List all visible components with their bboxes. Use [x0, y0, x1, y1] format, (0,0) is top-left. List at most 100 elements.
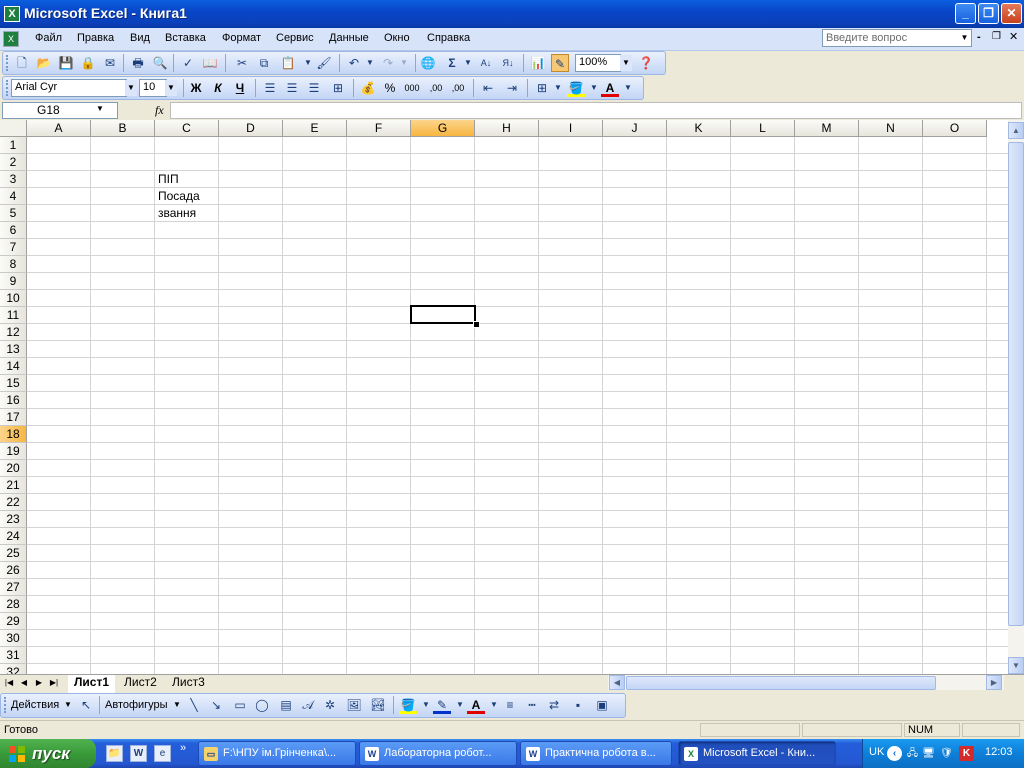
borders-dropdown-icon[interactable]: ▼ [549, 79, 567, 97]
cell-c4[interactable]: Посада [158, 188, 200, 205]
thousands-separator-button[interactable]: 000 [403, 79, 421, 97]
row-header-31[interactable]: 31 [0, 647, 27, 664]
row-header-6[interactable]: 6 [0, 222, 27, 239]
menu-tools[interactable]: Сервис [276, 32, 314, 44]
row-header-30[interactable]: 30 [0, 630, 27, 647]
row-header-32[interactable]: 32 [0, 664, 27, 674]
column-header-g[interactable]: G [411, 120, 475, 137]
name-box-dropdown-arrow[interactable]: ▼ [96, 104, 104, 113]
row-header-4[interactable]: 4 [0, 188, 27, 205]
row-header-27[interactable]: 27 [0, 579, 27, 596]
formula-input[interactable] [170, 102, 1022, 119]
column-header-b[interactable]: B [91, 120, 155, 137]
prev-sheet-button[interactable]: ◀ [18, 676, 30, 690]
scroll-up-button[interactable]: ▲ [1008, 122, 1024, 139]
next-sheet-button[interactable]: ▶ [33, 676, 45, 690]
vertical-scroll-thumb[interactable] [1008, 142, 1024, 626]
column-header-m[interactable]: M [795, 120, 859, 137]
insert-function-button[interactable]: fx [155, 103, 164, 118]
email-icon[interactable]: ✉ [101, 54, 119, 72]
merge-center-icon[interactable]: ⊞ [329, 79, 347, 97]
sheet-tab-2[interactable]: Лист2 [118, 675, 163, 691]
quicklaunch-word-icon[interactable]: W [130, 745, 147, 762]
column-header-j[interactable]: J [603, 120, 667, 137]
arrow-icon[interactable]: ↘ [207, 696, 225, 714]
open-folder-icon[interactable]: 📂 [35, 54, 53, 72]
clip-art-icon[interactable]: 🖼 [345, 696, 363, 714]
text-box-icon[interactable]: ▤ [277, 696, 295, 714]
select-objects-icon[interactable]: ↖ [77, 696, 95, 714]
3d-style-icon[interactable]: ▣ [593, 696, 611, 714]
hyperlink-icon[interactable]: 🌐 [419, 54, 437, 72]
menu-window[interactable]: Окно [384, 32, 410, 44]
zoom-dropdown-arrow[interactable]: ▼ [620, 55, 632, 71]
insert-picture-icon[interactable]: 🏞 [369, 696, 387, 714]
draw-actions-menu[interactable]: Действия [11, 699, 59, 711]
doc-restore-button[interactable]: ❐ [992, 31, 1001, 42]
row-header-23[interactable]: 23 [0, 511, 27, 528]
row-header-3[interactable]: 3 [0, 171, 27, 188]
permission-icon[interactable]: 🔒 [79, 54, 97, 72]
row-header-14[interactable]: 14 [0, 358, 27, 375]
row-header-1[interactable]: 1 [0, 137, 27, 154]
chart-wizard-icon[interactable]: 📊 [529, 54, 547, 72]
help-icon[interactable]: ❓ [637, 54, 655, 72]
scroll-right-button[interactable]: ▶ [986, 675, 1002, 690]
row-header-9[interactable]: 9 [0, 273, 27, 290]
percent-button[interactable]: % [381, 79, 399, 97]
taskbar-button-word-2[interactable]: W Практична робота в... [520, 741, 672, 766]
align-center-icon[interactable]: ☰ [283, 79, 301, 97]
column-header-a[interactable]: A [27, 120, 91, 137]
font-color-dropdown-icon[interactable]: ▼ [619, 79, 637, 97]
row-header-15[interactable]: 15 [0, 375, 27, 392]
row-header-20[interactable]: 20 [0, 460, 27, 477]
tray-antivirus-icon[interactable]: K [959, 746, 974, 761]
menu-help[interactable]: Справка [427, 32, 470, 44]
menu-insert[interactable]: Вставка [165, 32, 206, 44]
row-header-25[interactable]: 25 [0, 545, 27, 562]
column-header-f[interactable]: F [347, 120, 411, 137]
redo-dropdown-icon[interactable]: ▼ [395, 54, 413, 72]
first-sheet-button[interactable]: |◀ [3, 676, 15, 690]
draw-actions-dropdown-icon[interactable]: ▼ [64, 700, 72, 709]
line-color-icon[interactable]: ✎ [433, 696, 451, 714]
save-icon[interactable]: 💾 [57, 54, 75, 72]
drawing-icon[interactable]: ✎ [551, 54, 569, 72]
restore-button[interactable]: ❐ [978, 3, 999, 24]
font-name-combo[interactable]: Arial Cyr [11, 79, 127, 97]
close-button[interactable]: ✕ [1001, 3, 1022, 24]
cell-c5[interactable]: звання [158, 205, 196, 222]
help-dropdown-arrow[interactable]: ▼ [958, 30, 971, 46]
menu-file[interactable]: Файл [35, 32, 62, 44]
row-header-18[interactable]: 18 [0, 426, 27, 443]
taskbar-button-word-1[interactable]: W Лабораторна робот... [359, 741, 517, 766]
taskbar-button-folder[interactable]: ▭ F:\НПУ ім.Грінченка\... [198, 741, 356, 766]
line-style-icon[interactable]: ≡ [501, 696, 519, 714]
help-question-input[interactable]: Введите вопрос [822, 29, 972, 47]
column-header-l[interactable]: L [731, 120, 795, 137]
align-right-icon[interactable]: ☰ [305, 79, 323, 97]
horizontal-scroll-thumb[interactable] [626, 676, 936, 690]
row-header-5[interactable]: 5 [0, 205, 27, 222]
dash-style-icon[interactable]: ┅ [523, 696, 541, 714]
print-icon[interactable]: 🖶 [129, 54, 147, 72]
decrease-decimal-button[interactable]: ,00 [449, 79, 467, 97]
increase-indent-icon[interactable]: ⇥ [503, 79, 521, 97]
doc-close-button[interactable]: ✕ [1009, 30, 1018, 43]
arrow-style-icon[interactable]: ⇄ [545, 696, 563, 714]
menu-view[interactable]: Вид [130, 32, 150, 44]
menu-format[interactable]: Формат [222, 32, 261, 44]
increase-decimal-button[interactable]: ,00 [427, 79, 445, 97]
active-cell-cursor[interactable] [410, 305, 476, 324]
toolbar-grip[interactable] [4, 697, 9, 713]
quicklaunch-browser-icon[interactable]: e [154, 745, 171, 762]
italic-button[interactable]: К [209, 79, 227, 97]
research-icon[interactable]: 📖 [201, 54, 219, 72]
tray-expand-icon[interactable]: ‹ [887, 746, 902, 761]
taskbar-button-excel[interactable]: X Microsoft Excel - Кни... [678, 741, 836, 766]
underline-button[interactable]: Ч [231, 79, 249, 97]
cell-c3[interactable]: ПІП [158, 171, 179, 188]
rectangle-icon[interactable]: ▭ [231, 696, 249, 714]
cut-icon[interactable]: ✂ [233, 54, 251, 72]
quicklaunch-more-icon[interactable]: » [180, 742, 186, 754]
